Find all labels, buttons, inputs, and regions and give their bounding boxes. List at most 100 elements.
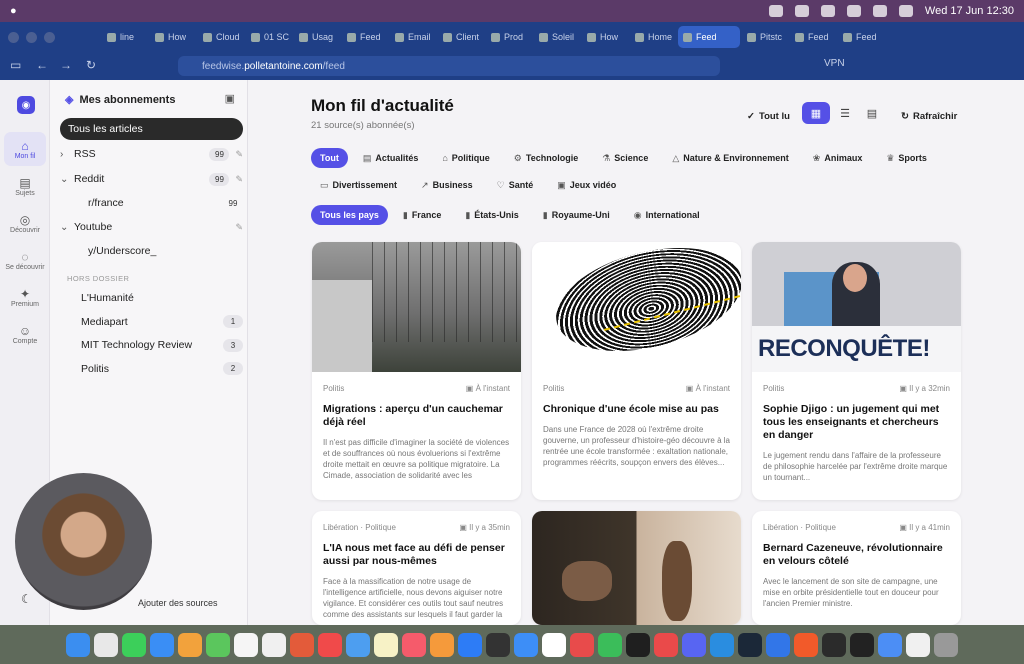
grid-view-button[interactable]: ▦ <box>802 102 830 124</box>
article-title[interactable]: Chronique d'une école mise au pas <box>532 403 741 416</box>
chevron-icon[interactable]: ⌄ <box>60 222 74 233</box>
browser-tab[interactable]: Pitstc <box>742 26 788 48</box>
dock-app-icon[interactable] <box>346 632 370 657</box>
browser-tab[interactable]: Soleil <box>534 26 580 48</box>
article-card[interactable]: Libération · Politique ▣ Il y a 35min L'IA… <box>312 511 521 625</box>
dock-app-icon[interactable] <box>458 632 482 657</box>
dock-app-icon[interactable] <box>486 632 510 657</box>
url-field[interactable]: feedwise. polletantoine.com/feed <box>178 56 720 76</box>
browser-tab[interactable]: How <box>150 26 196 48</box>
status-icon[interactable] <box>820 5 835 17</box>
browser-tab[interactable]: Cloud <box>198 26 244 48</box>
browser-tab[interactable]: Email <box>390 26 436 48</box>
dock-app-icon[interactable] <box>150 632 174 657</box>
browser-tab[interactable]: line <box>102 26 148 48</box>
filter-chip[interactable]: ◉ International <box>625 205 709 225</box>
filter-chip[interactable]: Tout <box>311 148 348 168</box>
reload-icon[interactable]: ↻ <box>86 58 96 72</box>
theme-toggle-icon[interactable]: ☾ <box>21 592 32 606</box>
vpn-button[interactable]: VPN <box>824 58 845 69</box>
browser-tab[interactable]: Home <box>630 26 676 48</box>
dock-app-icon[interactable] <box>318 632 342 657</box>
filter-chip[interactable]: ♛ Sports <box>877 148 936 168</box>
feed-item[interactable]: Mediapart 1 <box>60 312 243 332</box>
rss-logo-icon[interactable]: ◉ <box>17 96 35 114</box>
browser-tab[interactable]: Feed <box>342 26 388 48</box>
dock-app-icon[interactable] <box>94 632 118 657</box>
dock-app-icon[interactable] <box>766 632 790 657</box>
rail-item[interactable]: ▤ Sujets <box>4 169 46 203</box>
sidebar-toggle-icon[interactable]: ▭ <box>10 58 21 72</box>
search-icon[interactable] <box>872 5 887 17</box>
filter-chip[interactable]: ⚗ Science <box>593 148 657 168</box>
dock-app-icon[interactable] <box>402 632 426 657</box>
folder-item[interactable]: ⌄ Youtube ✎ <box>60 217 243 237</box>
article-card[interactable] <box>532 511 741 625</box>
dock-app-icon[interactable] <box>290 632 314 657</box>
dock-app-icon[interactable] <box>710 632 734 657</box>
chevron-icon[interactable]: ⌄ <box>60 174 74 185</box>
dock-app-icon[interactable] <box>906 632 930 657</box>
feed-item[interactable]: MIT Technology Review 3 <box>60 335 243 355</box>
list-view-button[interactable]: ☰ <box>831 102 859 124</box>
forward-icon[interactable]: → <box>60 58 72 72</box>
browser-tab[interactable]: Feed <box>790 26 836 48</box>
article-title[interactable]: Migrations : aperçu d'un cauchemar déjà … <box>312 403 521 429</box>
article-card[interactable]: Libération · Politique ▣ Il y a 41min Bern… <box>752 511 961 625</box>
zoom-window-button[interactable] <box>44 31 55 43</box>
filter-chip[interactable]: ▣ Jeux vidéo <box>548 175 625 195</box>
filter-chip[interactable]: ▮ États-Unis <box>456 205 527 225</box>
compact-view-button[interactable]: ▤ <box>858 102 886 124</box>
filter-chip[interactable]: ♡ Santé <box>488 175 543 195</box>
filter-chip[interactable]: ▮ Royaume-Uni <box>534 205 619 225</box>
folder-item[interactable]: › RSS 99 ✎ <box>60 144 243 164</box>
dock-app-icon[interactable] <box>822 632 846 657</box>
article-card[interactable]: Politis ▣ À l'instant Chronique d'une écol… <box>532 242 741 500</box>
article-title[interactable]: Sophie Djigo : un jugement qui met tous … <box>752 403 961 442</box>
dock-app-icon[interactable] <box>178 632 202 657</box>
article-title[interactable]: L'IA nous met face au défi de penser aus… <box>312 542 521 568</box>
mark-all-read-button[interactable]: ✓ Tout lu <box>747 105 790 127</box>
add-sources-button[interactable]: Ajouter des sources <box>138 598 218 608</box>
close-window-button[interactable] <box>8 31 19 43</box>
feed-item[interactable]: y/Underscore_ <box>60 241 243 261</box>
filter-chip[interactable]: ▭ Divertissement <box>311 175 406 195</box>
dock-app-icon[interactable] <box>850 632 874 657</box>
dock-app-icon[interactable] <box>514 632 538 657</box>
browser-tab[interactable]: Client <box>438 26 484 48</box>
status-icon[interactable] <box>794 5 809 17</box>
feed-item[interactable]: L'Humanité <box>60 288 243 308</box>
dock-app-icon[interactable] <box>122 632 146 657</box>
edit-icon[interactable]: ✎ <box>235 149 243 160</box>
minimize-window-button[interactable] <box>26 31 37 43</box>
rail-item[interactable]: ⌂ Mon fil <box>4 132 46 166</box>
folder-item[interactable]: ⌄ Reddit 99 ✎ <box>60 169 243 189</box>
chevron-icon[interactable]: › <box>60 149 74 160</box>
dock-app-icon[interactable] <box>626 632 650 657</box>
control-center-icon[interactable] <box>898 5 913 17</box>
rail-item[interactable]: ◌ Se découvrir <box>4 243 46 277</box>
rail-item[interactable]: ◎ Découvrir <box>4 206 46 240</box>
dock-app-icon[interactable] <box>262 632 286 657</box>
dock-app-icon[interactable] <box>878 632 902 657</box>
article-card[interactable]: Politis ▣ À l'instant Migrations : aperçu … <box>312 242 521 500</box>
filter-chip[interactable]: ⌂ Politique <box>433 148 498 168</box>
feed-item[interactable]: Politis 2 <box>60 359 243 379</box>
browser-tab[interactable]: Feed <box>838 26 884 48</box>
back-icon[interactable]: ← <box>36 58 48 72</box>
filter-chip[interactable]: ▤ Actualités <box>354 148 428 168</box>
browser-tab[interactable]: How <box>582 26 628 48</box>
dock-app-icon[interactable] <box>934 632 958 657</box>
browser-tab[interactable]: Feed <box>678 26 740 48</box>
new-folder-icon[interactable]: ▣ <box>225 92 235 105</box>
filter-chip[interactable]: ↗ Business <box>412 175 482 195</box>
wifi-icon[interactable] <box>846 5 861 17</box>
filter-chip[interactable]: Tous les pays <box>311 205 388 225</box>
dock-app-icon[interactable] <box>738 632 762 657</box>
filter-chip[interactable]: ▮ France <box>394 205 450 225</box>
dock-app-icon[interactable] <box>682 632 706 657</box>
rail-item[interactable]: ☺ Compte <box>4 317 46 351</box>
dock-app-icon[interactable] <box>598 632 622 657</box>
edit-icon[interactable]: ✎ <box>235 174 243 185</box>
dock-app-icon[interactable] <box>570 632 594 657</box>
